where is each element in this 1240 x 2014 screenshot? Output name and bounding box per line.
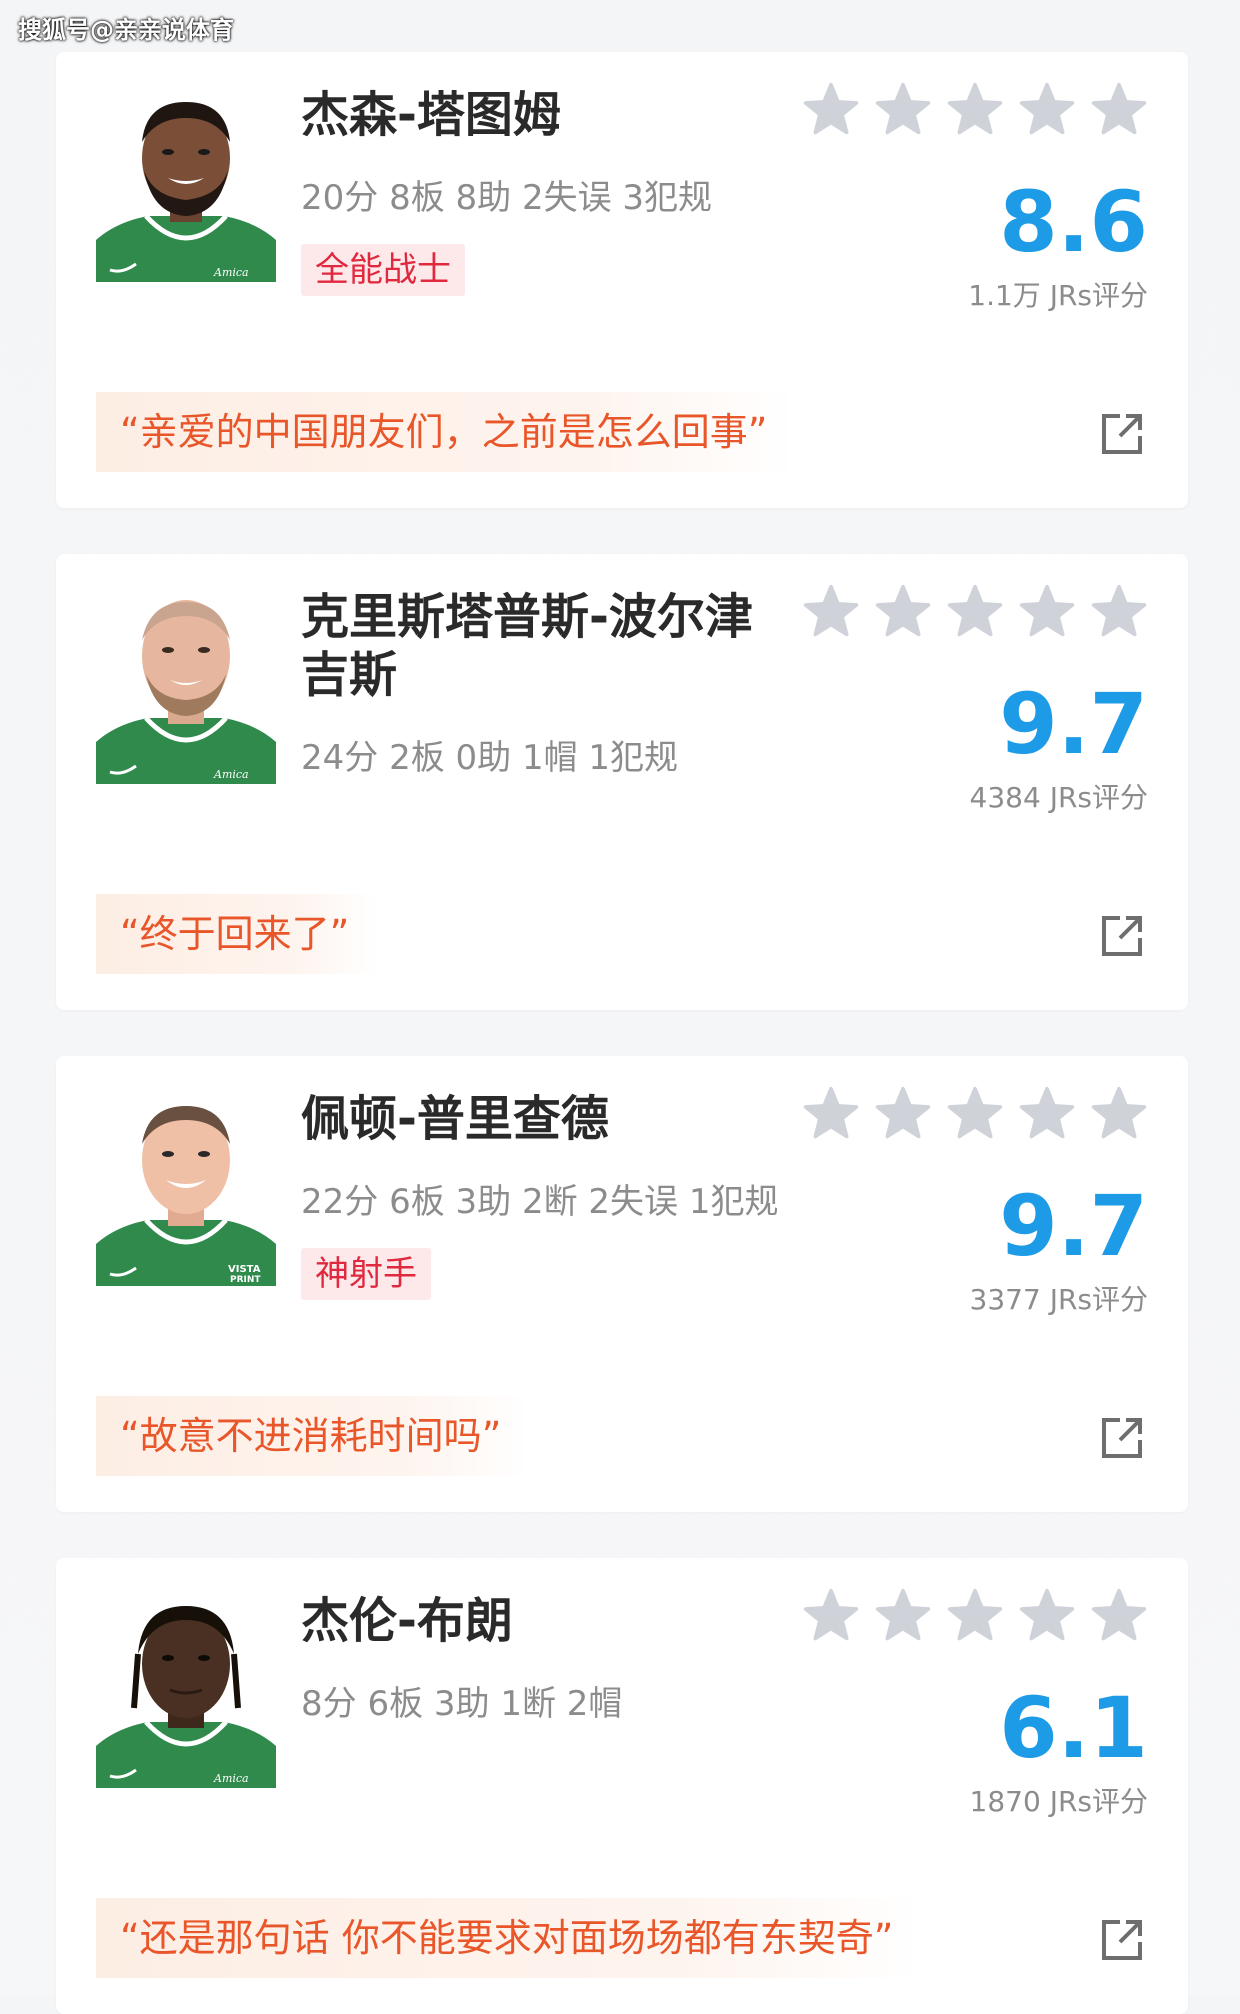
player-name: 佩顿-普里查德 xyxy=(301,1091,609,1147)
star-icon[interactable] xyxy=(874,584,932,640)
player-card[interactable]: Amica 杰森-塔图姆 20分 8板 8助 2失误 3犯规 全能战士 8.6 … xyxy=(56,52,1188,508)
star-icon[interactable] xyxy=(802,1086,860,1142)
star-icon[interactable] xyxy=(1090,1588,1148,1644)
rating-count: 3377 JRs评分 xyxy=(969,1283,1148,1316)
star-icon[interactable] xyxy=(946,1086,1004,1142)
rating-score: 9.7 xyxy=(999,675,1148,773)
share-external-icon[interactable] xyxy=(1100,1416,1144,1460)
rating-stars[interactable] xyxy=(802,1588,1148,1644)
star-icon[interactable] xyxy=(946,1588,1004,1644)
player-stats: 22分 6板 3助 2断 2失误 1犯规 xyxy=(301,1182,779,1222)
player-stats: 8分 6板 3助 1断 2帽 xyxy=(301,1684,623,1724)
player-avatar: VISTA PRINT xyxy=(96,1096,276,1286)
rating-count: 4384 JRs评分 xyxy=(969,781,1148,814)
star-icon[interactable] xyxy=(802,1588,860,1644)
rating-score: 8.6 xyxy=(999,173,1148,271)
player-stats: 20分 8板 8助 2失误 3犯规 xyxy=(301,178,713,218)
player-quote: “终于回来了” xyxy=(96,894,378,974)
star-icon[interactable] xyxy=(874,1588,932,1644)
star-icon[interactable] xyxy=(946,584,1004,640)
star-icon[interactable] xyxy=(1018,1588,1076,1644)
player-avatar: Amica xyxy=(96,1598,276,1788)
star-icon[interactable] xyxy=(874,82,932,138)
svg-text:VISTA: VISTA xyxy=(228,1264,261,1275)
rating-stars[interactable] xyxy=(802,584,1148,640)
rating-stars[interactable] xyxy=(802,1086,1148,1142)
star-icon[interactable] xyxy=(1018,584,1076,640)
star-icon[interactable] xyxy=(1090,1086,1148,1142)
player-card[interactable]: VISTA PRINT 佩顿-普里查德 22分 6板 3助 2断 2失误 1犯规… xyxy=(56,1056,1188,1512)
player-quote: “故意不进消耗时间吗” xyxy=(96,1396,530,1476)
player-stats: 24分 2板 0助 1帽 1犯规 xyxy=(301,738,679,778)
rating-count: 1.1万 JRs评分 xyxy=(968,279,1148,312)
player-name: 杰森-塔图姆 xyxy=(301,87,561,143)
star-icon[interactable] xyxy=(802,584,860,640)
share-external-icon[interactable] xyxy=(1100,412,1144,456)
star-icon[interactable] xyxy=(946,82,1004,138)
rating-score: 9.7 xyxy=(999,1177,1148,1275)
rating-stars[interactable] xyxy=(802,82,1148,138)
rating-count: 1870 JRs评分 xyxy=(969,1785,1148,1818)
player-avatar: Amica xyxy=(96,594,276,784)
player-name: 杰伦-布朗 xyxy=(301,1593,513,1649)
star-icon[interactable] xyxy=(1018,1086,1076,1142)
player-avatar: Amica xyxy=(96,92,276,282)
rating-score: 6.1 xyxy=(999,1679,1148,1777)
star-icon[interactable] xyxy=(1090,82,1148,138)
star-icon[interactable] xyxy=(874,1086,932,1142)
svg-text:Amica: Amica xyxy=(213,266,249,279)
player-card[interactable]: Amica 克里斯塔普斯-波尔津吉斯 24分 2板 0助 1帽 1犯规 9.7 … xyxy=(56,554,1188,1010)
svg-text:Amica: Amica xyxy=(213,768,249,781)
share-external-icon[interactable] xyxy=(1100,1918,1144,1962)
player-tag: 全能战士 xyxy=(301,244,465,296)
player-quote: “亲爱的中国朋友们，之前是怎么回事” xyxy=(96,392,796,472)
star-icon[interactable] xyxy=(802,82,860,138)
player-name: 克里斯塔普斯-波尔津吉斯 xyxy=(301,589,753,703)
share-external-icon[interactable] xyxy=(1100,914,1144,958)
star-icon[interactable] xyxy=(1018,82,1076,138)
watermark: 搜狐号@亲亲说体育 xyxy=(18,16,234,44)
player-tag: 神射手 xyxy=(301,1248,431,1300)
player-card[interactable]: Amica 杰伦-布朗 8分 6板 3助 1断 2帽 6.1 1870 JRs评… xyxy=(56,1558,1188,2014)
star-icon[interactable] xyxy=(1090,584,1148,640)
svg-text:PRINT: PRINT xyxy=(230,1275,261,1285)
player-quote: “还是那句话 你不能要求对面场场都有东契奇” xyxy=(96,1898,922,1978)
svg-text:Amica: Amica xyxy=(213,1772,249,1785)
